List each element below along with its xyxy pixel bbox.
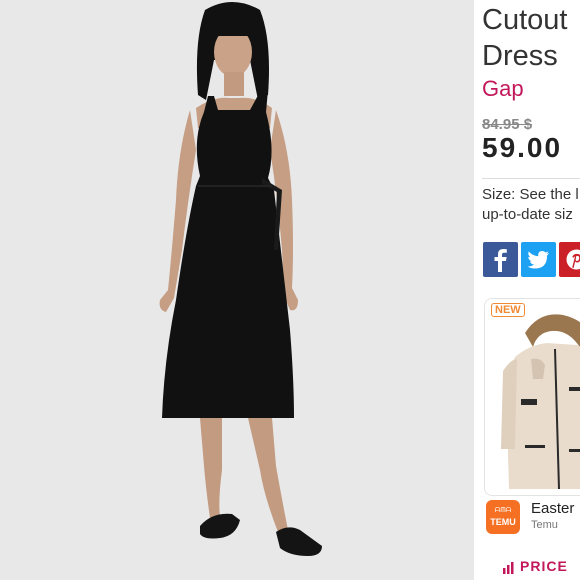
facebook-icon	[494, 249, 507, 272]
size-info-line-1: Size: See the l	[482, 186, 579, 203]
new-badge: NEW	[491, 303, 525, 317]
price-history-link[interactable]: PRICE	[520, 558, 568, 574]
size-info-line-2: up-to-date siz	[482, 206, 573, 223]
brand-link[interactable]: Gap	[482, 76, 524, 102]
facebook-share-button[interactable]	[483, 242, 518, 277]
jacket-image	[485, 299, 580, 495]
product-title: Cutout Dress	[482, 2, 580, 74]
product-photo[interactable]	[0, 0, 474, 580]
temu-logo-icon: ᗩᗰᗩ TEMU	[486, 500, 520, 534]
product-title-line-1: Cutout	[482, 4, 568, 36]
ad-subtitle: Temu	[531, 519, 558, 531]
ad-title[interactable]: Easter	[531, 500, 574, 517]
pinterest-icon	[566, 249, 580, 270]
ad-card[interactable]: NEW	[484, 298, 580, 496]
product-info-panel: Cutout Dress Gap 84.95 $ 59.00 Size: See…	[474, 0, 580, 580]
bar-chart-icon	[503, 562, 514, 574]
original-price: 84.95 $	[482, 116, 533, 133]
twitter-icon	[527, 251, 549, 269]
product-title-line-2: Dress	[482, 40, 558, 72]
temu-logo-text: TEMU	[490, 517, 516, 527]
twitter-share-button[interactable]	[521, 242, 556, 277]
temu-logo-mark: ᗩᗰᗩ	[494, 507, 512, 514]
sale-price: 59.00	[482, 132, 563, 163]
divider	[482, 178, 580, 179]
model-illustration	[0, 0, 474, 580]
size-info: Size: See the l up-to-date siz	[482, 185, 580, 225]
pinterest-share-button[interactable]	[559, 242, 580, 277]
